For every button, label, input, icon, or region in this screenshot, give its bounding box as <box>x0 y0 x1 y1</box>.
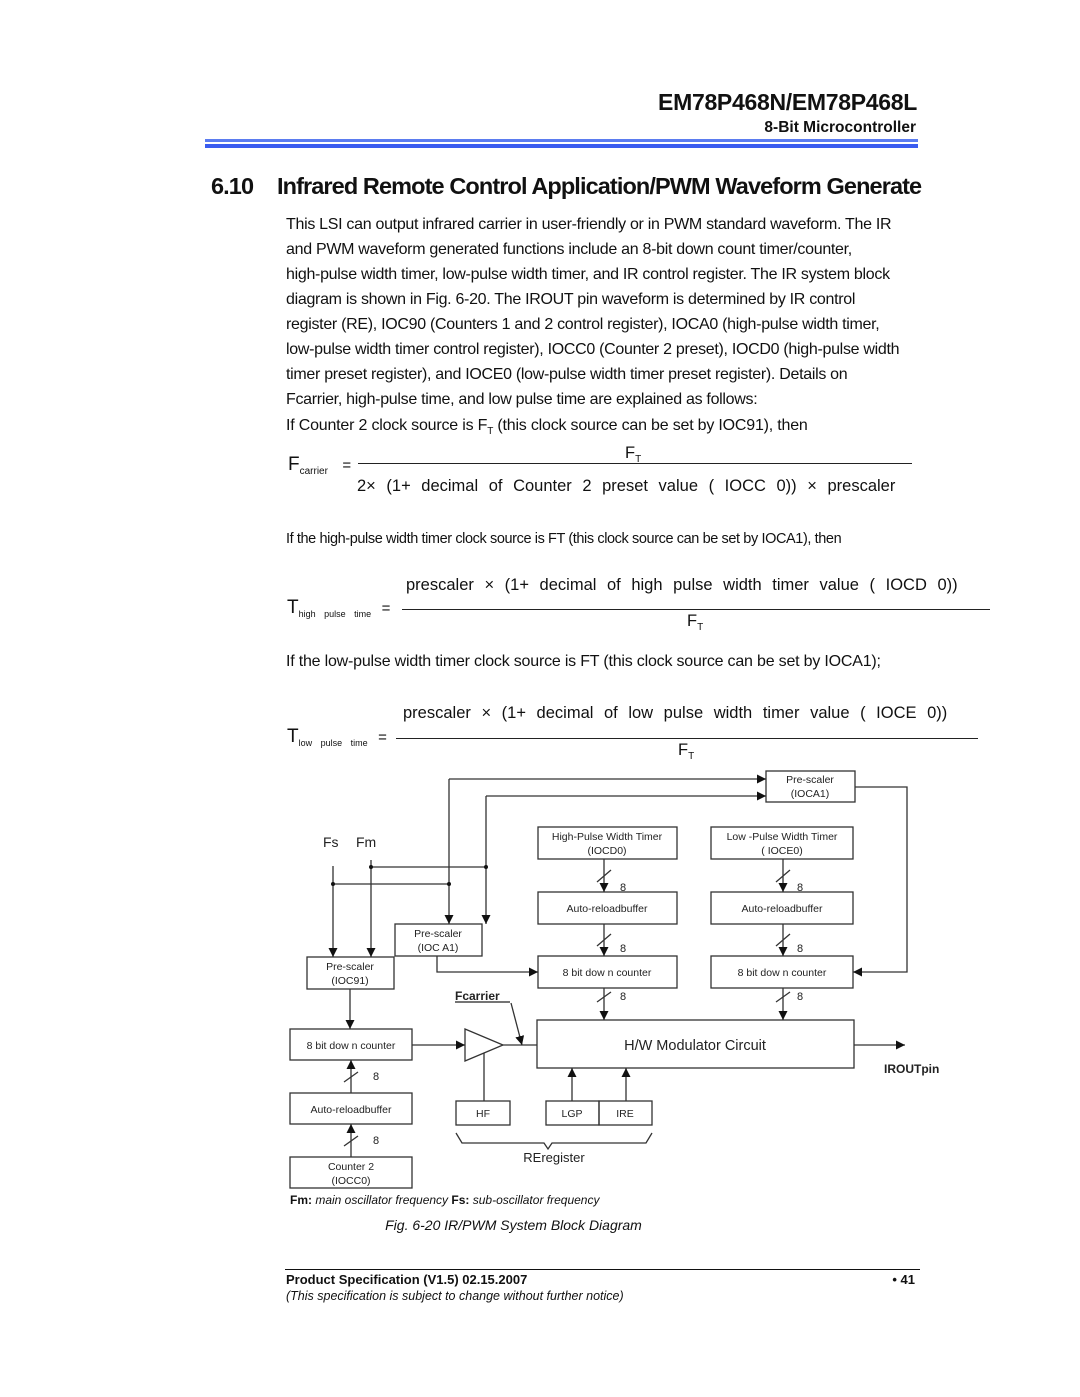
hf-label: HF <box>476 1108 490 1120</box>
footer-rule <box>285 1269 920 1270</box>
prescaler-ioc91-label1: Pre-scaler <box>326 961 374 973</box>
ire-label: IRE <box>616 1108 634 1120</box>
fcarrier-label: Fcarrier <box>455 989 500 1003</box>
prescaler-mid-label2: (IOC A1) <box>418 942 459 954</box>
prescaler-top-label1: Pre-scaler <box>786 774 834 786</box>
bus-width-label: 8 <box>797 991 803 1003</box>
irout-pin-label: IROUTpin <box>884 1062 939 1076</box>
prescaler-top-label2: (IOCA1) <box>791 788 830 800</box>
fs-key: Fs: <box>451 1193 470 1207</box>
counter2-label1: Counter 2 <box>328 1161 374 1173</box>
fm-description: main oscillator frequency <box>312 1193 452 1207</box>
high-timer-label2: (IOCD0) <box>587 845 626 857</box>
fm-label: Fm <box>356 834 376 850</box>
low-timer-label2: ( IOCE0) <box>761 845 802 857</box>
counter2-label2: (IOCC0) <box>331 1175 370 1187</box>
bus-width-label: 8 <box>620 882 626 894</box>
bus-width-label: 8 <box>797 882 803 894</box>
bus-width-label: 8 <box>373 1135 379 1147</box>
prescaler-mid-label1: Pre-scaler <box>414 928 462 940</box>
junction-dot <box>447 882 451 886</box>
auto-reload-low-label: Auto-reloadbuffer <box>742 903 823 915</box>
counter-low-label: 8 bit dow n counter <box>738 967 827 979</box>
junction-dot <box>484 865 488 869</box>
counter-high-label: 8 bit dow n counter <box>563 967 652 979</box>
counter2-down-label: 8 bit dow n counter <box>307 1040 396 1052</box>
fm-key: Fm: <box>290 1193 312 1207</box>
lgp-label: LGP <box>561 1108 582 1120</box>
modulator-label: H/W Modulator Circuit <box>624 1038 766 1054</box>
footer-notice: (This specification is subject to change… <box>286 1289 624 1303</box>
top-prescaler-to-low-counter <box>853 786 908 977</box>
block-diagram: Pre-scaler (IOCA1) High-Pulse Width Time… <box>289 770 939 1189</box>
low-timer-label1: Low -Pulse Width Timer <box>727 831 838 843</box>
mid-prescaler-to-high-counter <box>436 956 538 977</box>
auto-reload-high-label: Auto-reloadbuffer <box>567 903 648 915</box>
prescaler-ioc91-label2: (IOC91) <box>331 975 368 987</box>
re-register-label: REregister <box>523 1150 585 1165</box>
bus-width-label: 8 <box>620 943 626 955</box>
auto-reload-c2-label: Auto-reloadbuffer <box>311 1104 392 1116</box>
fs-description: sub-oscillator frequency <box>469 1193 600 1207</box>
bus-width-label: 8 <box>373 1071 379 1083</box>
figure-caption: Fig. 6-20 IR/PWM System Block Diagram <box>385 1217 642 1233</box>
bus-width-label: 8 <box>620 991 626 1003</box>
high-timer-label1: High-Pulse Width Timer <box>552 831 663 843</box>
footer-spec: Product Specification (V1.5) 02.15.2007 <box>286 1272 528 1287</box>
frequency-note: Fm: main oscillator frequency Fs: sub-os… <box>290 1193 599 1207</box>
fs-label: Fs <box>323 834 339 850</box>
bus-width-label: 8 <box>797 943 803 955</box>
junction-dot <box>369 865 373 869</box>
junction-dot <box>331 882 335 886</box>
page-number: • 41 <box>892 1272 915 1287</box>
